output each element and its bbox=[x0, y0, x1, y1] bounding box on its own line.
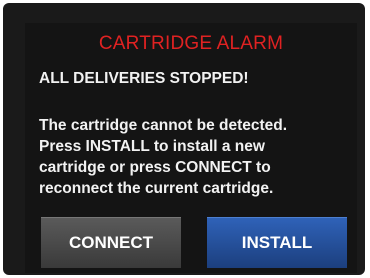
alarm-message-line: cartridge or press CONNECT to bbox=[39, 159, 271, 176]
alarm-heading: ALL DELIVERIES STOPPED! bbox=[39, 70, 249, 87]
alarm-message: The cartridge cannot be detected. Press … bbox=[39, 115, 359, 199]
alarm-message-line: reconnect the current cartridge. bbox=[39, 180, 274, 197]
alarm-title: CARTRIDGE ALARM bbox=[98, 33, 284, 54]
alarm-message-line: Press INSTALL to install a new bbox=[39, 138, 265, 155]
connect-button[interactable]: CONNECT bbox=[41, 217, 181, 268]
device-frame: CARTRIDGE ALARM ALL DELIVERIES STOPPED! … bbox=[3, 3, 365, 275]
alarm-screen: CARTRIDGE ALARM ALL DELIVERIES STOPPED! … bbox=[25, 23, 357, 273]
alarm-message-line: The cartridge cannot be detected. bbox=[39, 117, 288, 134]
install-button[interactable]: INSTALL bbox=[207, 217, 347, 268]
